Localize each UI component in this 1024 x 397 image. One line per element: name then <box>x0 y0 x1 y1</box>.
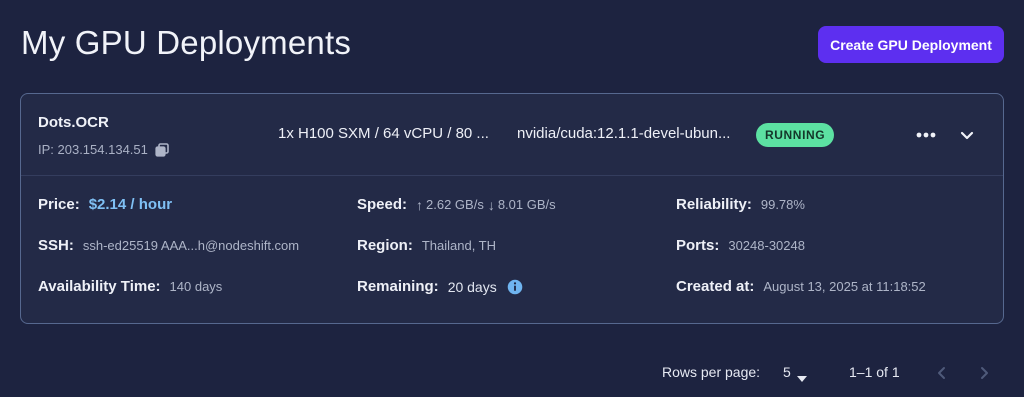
download-speed-value: 8.01 GB/s <box>497 197 556 212</box>
deployment-ip: IP: 203.154.134.51 <box>38 142 169 157</box>
download-arrow-icon: ↓ <box>487 196 495 213</box>
container-image: nvidia/cuda:12.1.1-devel-ubun... <box>517 125 731 142</box>
reliability-field: Reliability: 99.78% <box>676 196 805 213</box>
ssh-value[interactable]: ssh-ed25519 AAA...h@nodeshift.com <box>83 238 299 253</box>
speed-field: Speed: ↑ 2.62 GB/s ↓ 8.01 GB/s <box>357 196 556 213</box>
deployment-card: Dots.OCR IP: 203.154.134.51 1x H100 SXM … <box>20 93 1004 324</box>
ssh-field: SSH: ssh-ed25519 AAA...h@nodeshift.com <box>38 237 299 254</box>
info-icon[interactable] <box>507 279 523 295</box>
speed-label: Speed: <box>357 196 408 213</box>
card-divider <box>21 175 1003 176</box>
chevron-left-icon <box>938 367 945 379</box>
reliability-label: Reliability: <box>676 196 752 213</box>
price-label: Price: <box>38 196 80 213</box>
created-at-label: Created at: <box>676 278 755 295</box>
region-value: Thailand, TH <box>421 238 497 253</box>
deployment-card-header[interactable]: Dots.OCR IP: 203.154.134.51 1x H100 SXM … <box>21 94 1003 176</box>
remaining-label: Remaining: <box>357 278 439 295</box>
gpu-deployments-page: My GPU Deployments Create GPU Deployment… <box>0 0 1024 397</box>
deployment-ip-text: IP: 203.154.134.51 <box>38 142 148 157</box>
ports-field: Ports: 30248-30248 <box>676 237 805 254</box>
region-label: Region: <box>357 237 413 254</box>
chevron-down-icon <box>960 131 974 139</box>
ports-value: 30248-30248 <box>728 238 805 253</box>
upload-arrow-icon: ↑ <box>416 196 424 213</box>
price-value: $2.14 / hour <box>88 196 173 213</box>
availability-value: 140 days <box>169 279 223 294</box>
availability-label: Availability Time: <box>38 278 161 295</box>
created-at-field: Created at: August 13, 2025 at 11:18:52 <box>676 278 926 295</box>
rows-per-page-label: Rows per page: <box>662 364 761 380</box>
status-badge: RUNNING <box>756 123 835 147</box>
create-gpu-deployment-button[interactable]: Create GPU Deployment <box>818 26 1004 63</box>
rows-per-page-select[interactable]: 5 <box>783 364 807 382</box>
caret-down-icon <box>796 369 807 382</box>
previous-page-button[interactable] <box>935 365 949 381</box>
created-at-value: August 13, 2025 at 11:18:52 <box>763 279 926 294</box>
next-page-button[interactable] <box>977 365 991 381</box>
upload-speed-value: 2.62 GB/s <box>426 197 484 212</box>
ports-label: Ports: <box>676 237 720 254</box>
more-horizontal-icon <box>916 132 936 138</box>
availability-field: Availability Time: 140 days <box>38 278 222 295</box>
copy-icon[interactable] <box>155 142 169 157</box>
pagination-range: 1–1 of 1 <box>849 364 900 380</box>
page-title: My GPU Deployments <box>21 24 352 61</box>
reliability-value: 99.78% <box>760 197 805 212</box>
chevron-right-icon <box>981 367 988 379</box>
rows-per-page-value: 5 <box>783 364 791 380</box>
deployment-name: Dots.OCR <box>38 114 109 131</box>
price-field: Price: $2.14 / hour <box>38 196 172 213</box>
collapse-expand-button[interactable] <box>955 124 979 146</box>
more-options-button[interactable] <box>914 124 938 146</box>
gpu-spec: 1x H100 SXM / 64 vCPU / 80 ... <box>278 125 489 142</box>
region-field: Region: Thailand, TH <box>357 237 496 254</box>
remaining-field: Remaining: 20 days <box>357 278 523 295</box>
ssh-label: SSH: <box>38 237 74 254</box>
remaining-value: 20 days <box>447 278 497 295</box>
